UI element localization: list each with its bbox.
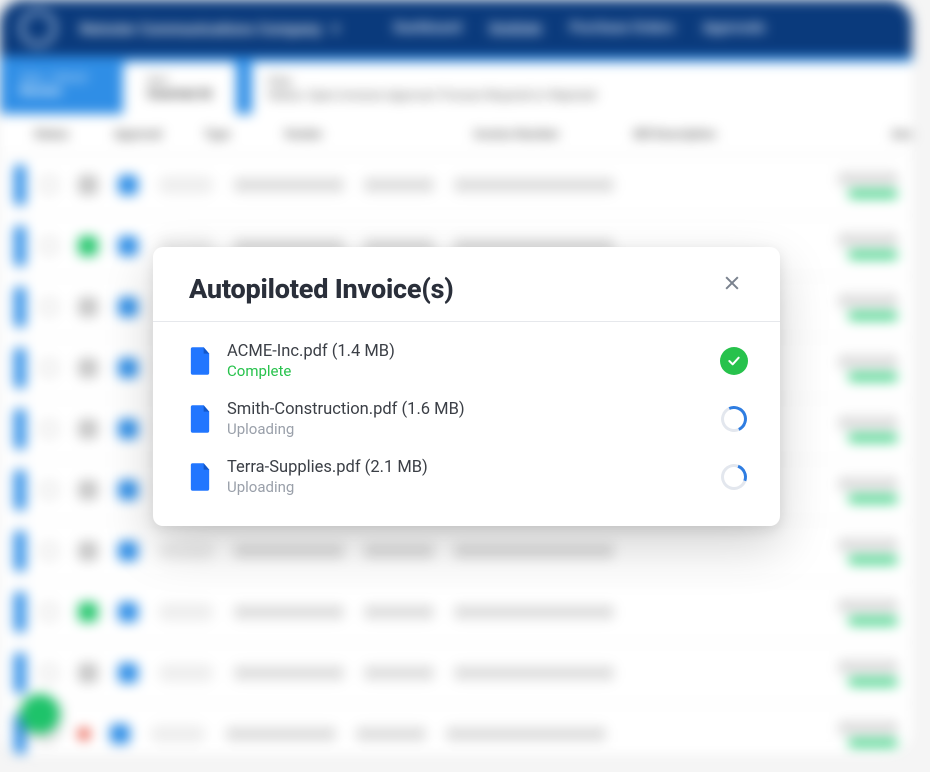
- sort-label: Sort: [147, 74, 212, 87]
- org-selector[interactable]: Reinster Communications Company ▾: [80, 19, 340, 38]
- primary-nav: Dashboard Invoices Purchase Orders Appro…: [394, 20, 766, 36]
- table-row[interactable]: [0, 155, 912, 216]
- upload-indicator: [720, 347, 748, 375]
- sort-segment[interactable]: Sort Inserted At: [123, 62, 236, 114]
- nav-dashboard[interactable]: Dashboard: [394, 20, 462, 36]
- file-row: Smith-Construction.pdf (1.6 MB) Uploadin…: [189, 400, 748, 438]
- file-row: Terra-Supplies.pdf (2.1 MB) Uploading: [189, 458, 748, 496]
- col-approval: Approval: [114, 127, 184, 141]
- upload-indicator: [720, 463, 748, 491]
- check-circle-icon: [720, 347, 748, 375]
- file-name: Terra-Supplies.pdf (2.1 MB): [227, 458, 428, 477]
- help-fab[interactable]: [20, 694, 60, 734]
- col-bill-description: Bill Description: [634, 127, 834, 141]
- autopilot-upload-modal: Autopiloted Invoice(s) ACME-Inc.pdf (1.4…: [153, 247, 780, 526]
- col-type: Type: [204, 127, 264, 141]
- file-status: Complete: [227, 362, 395, 380]
- modal-title: Autopiloted Invoice(s): [189, 273, 454, 305]
- col-amount: Amount: [854, 127, 912, 141]
- file-status: Uploading: [227, 420, 465, 438]
- type-badge: [158, 176, 214, 194]
- amount-cell: [838, 172, 898, 186]
- file-status: Uploading: [227, 478, 428, 496]
- table-row[interactable]: [0, 704, 912, 754]
- col-invoice-number: Invoice Number: [474, 127, 614, 141]
- vendor-cell: [234, 178, 344, 192]
- row-handle[interactable]: [14, 165, 26, 205]
- nav-approvals[interactable]: Approvals: [703, 20, 766, 36]
- close-button[interactable]: [716, 267, 748, 299]
- view-label: View - Default: [20, 71, 87, 84]
- file-row: ACME-Inc.pdf (1.4 MB) Complete: [189, 342, 748, 380]
- file-list: ACME-Inc.pdf (1.4 MB) Complete Smith-Con…: [153, 326, 780, 526]
- file-icon: [189, 463, 211, 491]
- status-chip: [78, 175, 98, 195]
- nav-invoices[interactable]: Invoices: [489, 20, 541, 36]
- approval-chip: [118, 175, 138, 195]
- modal-divider: [153, 321, 780, 322]
- table-row[interactable]: [0, 643, 912, 704]
- file-name: Smith-Construction.pdf (1.6 MB): [227, 400, 465, 419]
- org-name: Reinster Communications Company: [80, 20, 322, 38]
- spinner-icon: [717, 402, 750, 435]
- file-name: ACME-Inc.pdf (1.4 MB): [227, 342, 395, 361]
- table-row[interactable]: [0, 521, 912, 582]
- logo-icon: [20, 10, 56, 46]
- table-header: Status Approval Type Vendor Invoice Numb…: [0, 114, 912, 155]
- row-checkbox[interactable]: [40, 176, 58, 194]
- file-icon: [189, 405, 211, 433]
- file-icon: [189, 347, 211, 375]
- top-nav-bar: Reinster Communications Company ▾ Dashbo…: [0, 0, 912, 56]
- nav-purchase-orders[interactable]: Purchase Orders: [570, 20, 675, 36]
- upload-indicator: [720, 405, 748, 433]
- status-bar: [848, 190, 898, 198]
- invoice-cell: [364, 178, 434, 192]
- view-value: Review: [20, 84, 87, 99]
- desc-cell: [454, 178, 614, 192]
- filter-segment[interactable]: Filter Status: Open Invoices Approval: P…: [252, 62, 912, 114]
- chevron-down-icon: ▾: [332, 19, 340, 38]
- sort-value: Inserted At: [147, 87, 212, 102]
- view-segment[interactable]: View - Default Review: [0, 56, 107, 114]
- table-row[interactable]: [0, 582, 912, 643]
- status-dot-icon: [78, 728, 90, 740]
- col-status: Status: [34, 127, 94, 141]
- filter-label: Filter: [268, 75, 896, 88]
- col-vendor: Vendor: [284, 127, 454, 141]
- spinner-icon: [717, 460, 752, 495]
- filter-value: Status: Open Invoices Approval: Process …: [268, 88, 896, 102]
- close-icon: [722, 273, 742, 293]
- filter-bar: View - Default Review Sort Inserted At F…: [0, 56, 912, 114]
